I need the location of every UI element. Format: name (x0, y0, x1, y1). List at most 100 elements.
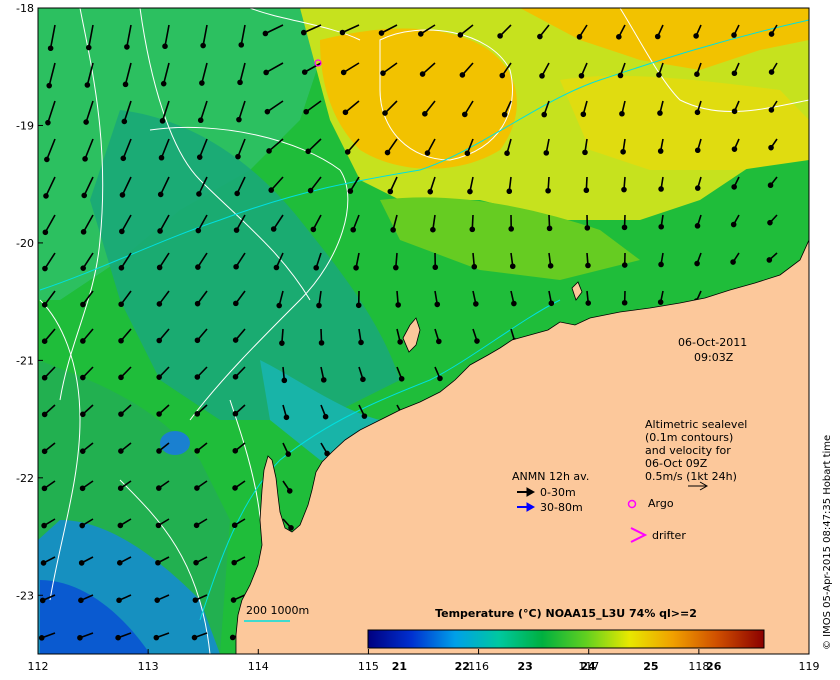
velocity-arrow-head (84, 82, 91, 88)
velocity-arrow-head (121, 118, 128, 125)
velocity-arrow-head (194, 374, 201, 380)
velocity-arrow-head (40, 560, 47, 566)
velocity-arrow-head (768, 69, 775, 75)
velocity-arrow-head (124, 44, 130, 50)
velocity-arrow-head (194, 300, 201, 307)
depth-deep-label: 30-80m (540, 501, 583, 514)
velocity-arrow-head (156, 374, 162, 380)
velocity-arrow-head (657, 299, 664, 305)
velocity-arrow-head (432, 264, 439, 271)
velocity-arrow-head (266, 148, 272, 154)
velocity-arrow-head (235, 153, 241, 160)
velocity-arrow-head (461, 111, 468, 118)
anmn-legend-title: ANMN 12h av. (512, 470, 589, 483)
velocity-arrow-head (80, 374, 86, 381)
x-tick-label: 116 (468, 660, 489, 673)
velocity-arrow-head (694, 109, 701, 116)
colorbar-tick-label: 24 (580, 660, 596, 673)
velocity-arrow-head (350, 226, 357, 233)
y-tick-label: -18 (16, 2, 34, 15)
velocity-arrow-head (576, 34, 583, 40)
velocity-arrow-head (390, 227, 396, 233)
velocity-arrow-head (43, 193, 49, 199)
velocity-arrow-head (437, 375, 443, 382)
velocity-arrow-head (378, 30, 385, 36)
velocity-arrow-head (41, 302, 48, 308)
velocity-arrow-head (158, 154, 165, 161)
velocity-arrow-head (506, 188, 513, 195)
velocity-arrow-head (122, 81, 129, 88)
velocity-arrow-head (511, 300, 517, 307)
velocity-arrow-head (658, 186, 664, 192)
velocity-arrow-head (307, 187, 314, 194)
velocity-note-line-2: (0.1m contours) (645, 431, 733, 444)
velocity-arrow-head (80, 411, 86, 418)
velocity-arrow-head (424, 150, 431, 156)
velocity-arrow-head (658, 223, 665, 230)
drifter-legend-label: drifter (652, 529, 686, 542)
velocity-arrow-head (469, 226, 476, 233)
velocity-arrow-head (658, 261, 664, 268)
argo-legend-label: Argo (648, 497, 674, 510)
velocity-arrow-head (694, 260, 700, 267)
velocity-arrow-head (316, 302, 322, 309)
velocity-arrow-head (79, 485, 86, 492)
velocity-arrow-head (200, 42, 206, 49)
velocity-arrow-head (358, 339, 364, 346)
velocity-arrow-head (159, 118, 166, 124)
velocity-arrow-head (731, 184, 737, 190)
y-tick-label: -21 (16, 354, 34, 367)
velocity-arrow-head (731, 70, 738, 77)
velocity-arrow-head (83, 119, 89, 125)
isobath-legend-label: 200 1000m (246, 604, 309, 617)
velocity-arrow-head (355, 302, 362, 309)
velocity-arrow-head (194, 337, 201, 344)
velocity-arrow-head (471, 263, 478, 270)
velocity-arrow-head (342, 109, 349, 116)
velocity-arrow-head (273, 264, 280, 271)
velocity-arrow-head (117, 485, 124, 491)
velocity-arrow-head (41, 374, 48, 381)
velocity-arrow-head (85, 44, 92, 51)
velocity-note-line-4: 06-Oct 09Z (645, 457, 708, 470)
velocity-arrow-head (80, 265, 86, 271)
velocity-arrow-head (539, 73, 545, 79)
velocity-arrow-head (229, 634, 236, 641)
velocity-arrow-head (768, 144, 774, 151)
velocity-arrow-head (474, 338, 480, 344)
velocity-arrow-head (156, 264, 163, 271)
velocity-arrow-head (504, 150, 510, 156)
velocity-arrow-head (270, 226, 277, 232)
velocity-arrow-head (427, 188, 434, 195)
y-tick-label: -22 (16, 472, 34, 485)
velocity-arrow-head (766, 257, 773, 263)
velocity-arrow-head (464, 150, 471, 157)
x-tick-label: 114 (248, 660, 269, 673)
velocity-arrow-head (233, 300, 239, 307)
velocity-arrow-head (621, 224, 628, 231)
velocity-arrow-head (117, 522, 124, 529)
velocity-arrow-head (237, 79, 243, 86)
velocity-arrow-head (731, 32, 737, 38)
velocity-arrow-head (39, 597, 46, 604)
velocity-arrow-head (233, 227, 240, 233)
velocity-arrow-head (156, 485, 162, 491)
velocity-arrow-head (300, 29, 307, 36)
colorbar-tick-label: 21 (392, 660, 407, 673)
velocity-arrow-head (582, 149, 588, 156)
velocity-arrow-head (194, 411, 201, 417)
velocity-arrow-head (276, 302, 282, 309)
velocity-arrow-head (384, 149, 391, 156)
velocity-arrow-head (41, 411, 48, 418)
velocity-arrow-head (360, 376, 366, 383)
velocity-arrow-head (731, 108, 738, 115)
velocity-arrow-head (157, 228, 163, 234)
velocity-arrow-head (263, 69, 269, 76)
velocity-arrow-head (548, 300, 555, 307)
plot-area (38, 8, 809, 654)
velocity-arrow-head (156, 411, 162, 417)
velocity-arrow-head (279, 340, 285, 346)
velocity-arrow-head (730, 221, 737, 228)
velocity-arrow-head (395, 302, 401, 308)
velocity-arrow-head (585, 300, 592, 306)
